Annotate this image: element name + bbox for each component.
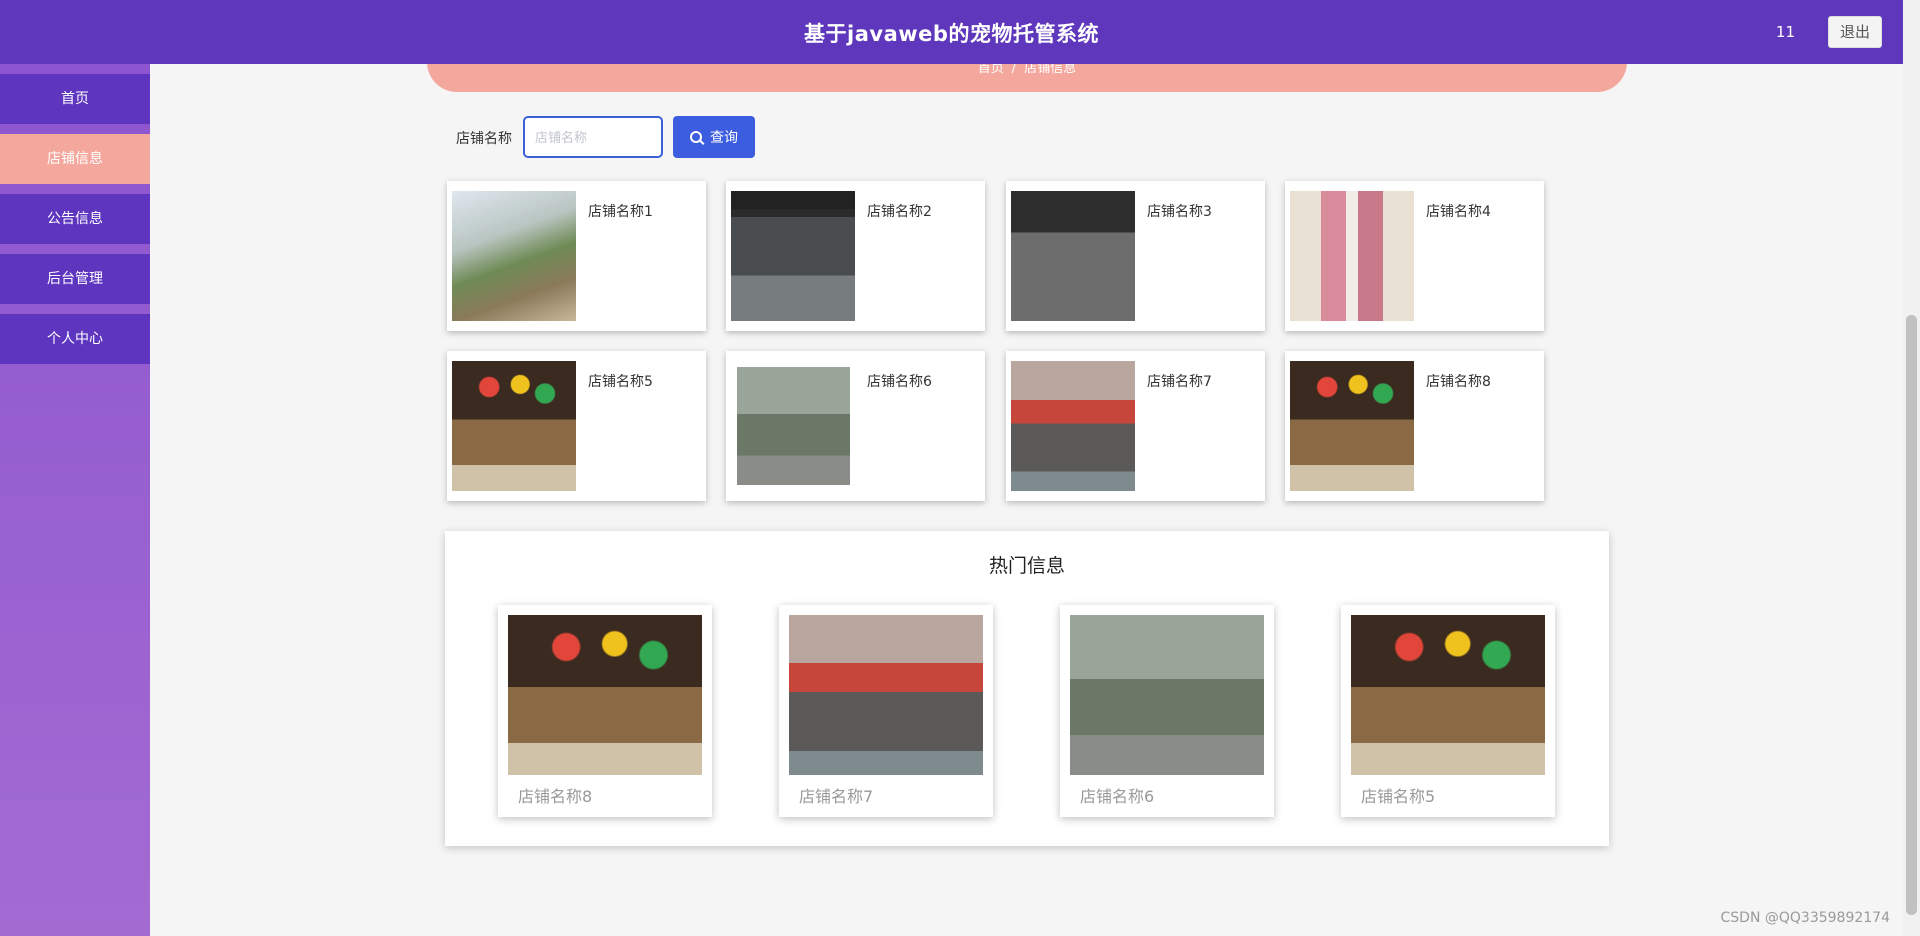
sidebar-item-profile[interactable]: 个人中心 xyxy=(0,314,150,364)
scrollbar-thumb[interactable] xyxy=(1906,315,1917,915)
hot-item-image xyxy=(1351,615,1545,775)
hot-item-name: 店铺名称8 xyxy=(518,787,593,806)
search-button-label: 查询 xyxy=(710,130,738,146)
sidebar-item-home[interactable]: 首页 xyxy=(0,74,150,124)
shop-card[interactable]: 店铺名称3 xyxy=(1006,181,1265,331)
shop-card[interactable]: 店铺名称2 xyxy=(726,181,985,331)
sidebar-item-announcements[interactable]: 公告信息 xyxy=(0,194,150,244)
shop-image xyxy=(737,367,850,485)
shop-image xyxy=(731,191,855,321)
shop-name: 店铺名称1 xyxy=(588,204,653,220)
shop-card[interactable]: 店铺名称4 xyxy=(1285,181,1544,331)
app-title: 基于javaweb的宠物托管系统 xyxy=(804,22,1099,46)
hot-item[interactable]: 店铺名称8 xyxy=(498,605,712,817)
logout-button[interactable]: 退出 xyxy=(1828,16,1882,48)
shop-image xyxy=(1290,361,1414,491)
hot-section: 热门信息 店铺名称8 店铺名称7 店铺名称6 店铺名称5 xyxy=(445,531,1609,846)
hot-item[interactable]: 店铺名称7 xyxy=(779,605,993,817)
search-label: 店铺名称 xyxy=(456,131,512,147)
hot-item-name: 店铺名称5 xyxy=(1361,787,1436,806)
shop-card[interactable]: 店铺名称7 xyxy=(1006,351,1265,501)
shop-card[interactable]: 店铺名称6 xyxy=(726,351,985,501)
hot-item-image xyxy=(1070,615,1264,775)
shop-name: 店铺名称3 xyxy=(1147,204,1212,220)
shop-image xyxy=(1290,191,1414,321)
current-user: 11 xyxy=(1775,23,1795,41)
hot-section-title: 热门信息 xyxy=(988,555,1065,577)
shop-name: 店铺名称7 xyxy=(1147,374,1212,390)
search-input[interactable] xyxy=(523,116,663,158)
watermark: CSDN @QQ3359892174 xyxy=(1720,910,1890,926)
search-icon xyxy=(690,131,702,143)
hot-item-image xyxy=(508,615,702,775)
search-button[interactable]: 查询 xyxy=(673,116,755,158)
sidebar-item-admin[interactable]: 后台管理 xyxy=(0,254,150,304)
top-header: 基于javaweb的宠物托管系统 11 退出 xyxy=(0,0,1903,64)
shop-name: 店铺名称4 xyxy=(1426,204,1491,220)
page-scrollbar[interactable] xyxy=(1903,0,1920,936)
shop-image xyxy=(1011,191,1135,321)
hot-item-name: 店铺名称6 xyxy=(1080,787,1155,806)
hot-item-image xyxy=(789,615,983,775)
shop-image xyxy=(452,191,576,321)
shop-name: 店铺名称6 xyxy=(867,374,932,390)
shop-image xyxy=(452,361,576,491)
sidebar: 首页 店铺信息 公告信息 后台管理 个人中心 xyxy=(0,64,150,936)
shop-card[interactable]: 店铺名称8 xyxy=(1285,351,1544,501)
shop-name: 店铺名称2 xyxy=(867,204,932,220)
hot-item[interactable]: 店铺名称6 xyxy=(1060,605,1274,817)
shop-name: 店铺名称5 xyxy=(588,374,653,390)
hot-item[interactable]: 店铺名称5 xyxy=(1341,605,1555,817)
shop-image xyxy=(1011,361,1135,491)
shop-card[interactable]: 店铺名称1 xyxy=(447,181,706,331)
hot-item-name: 店铺名称7 xyxy=(799,787,874,806)
sidebar-item-shop-info[interactable]: 店铺信息 xyxy=(0,134,150,184)
shop-name: 店铺名称8 xyxy=(1426,374,1491,390)
shop-card[interactable]: 店铺名称5 xyxy=(447,351,706,501)
